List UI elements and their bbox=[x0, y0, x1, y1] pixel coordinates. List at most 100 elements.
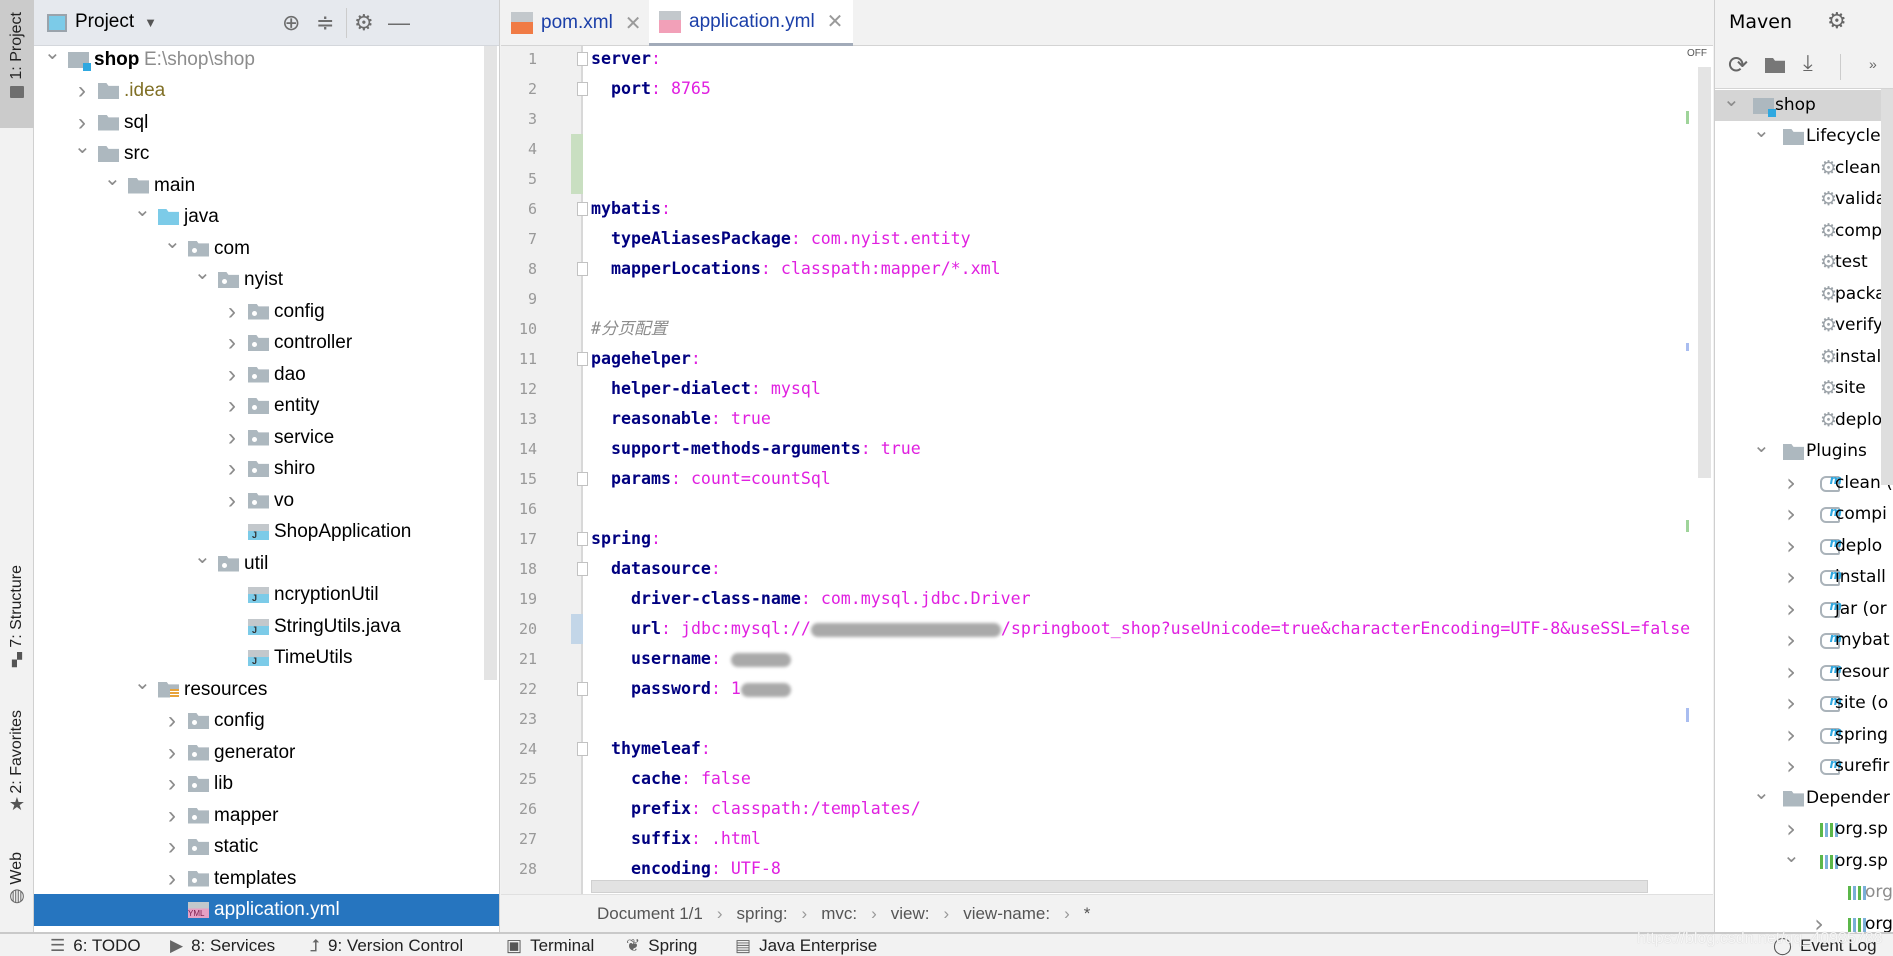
minimize-icon[interactable]: — bbox=[388, 11, 410, 35]
chevron-right-icon[interactable]: › bbox=[1783, 625, 1799, 657]
chevron-right-icon[interactable]: › bbox=[164, 768, 180, 800]
tree-item[interactable]: › .idea bbox=[34, 75, 499, 107]
tree-item[interactable]: › templates bbox=[34, 863, 499, 895]
chevron-down-icon[interactable]: ⌄ bbox=[1753, 777, 1770, 809]
tool-button-version-control[interactable]: ⮥ 9: Version Control bbox=[310, 936, 463, 956]
fold-marker-icon[interactable] bbox=[577, 742, 588, 756]
chevron-right-icon[interactable]: › bbox=[1783, 468, 1799, 500]
maven-tree-item[interactable]: ⚙ install bbox=[1715, 342, 1893, 374]
maven-tree-item[interactable]: ⌄ Depender bbox=[1715, 780, 1893, 815]
chevron-down-icon[interactable]: ⌄ bbox=[1753, 115, 1770, 147]
fold-marker-icon[interactable] bbox=[577, 562, 588, 576]
maven-tree-item[interactable]: ⚙ verify bbox=[1715, 310, 1893, 342]
tree-item[interactable]: StringUtils.java bbox=[34, 611, 499, 643]
chevron-right-icon[interactable]: › bbox=[224, 453, 240, 485]
maven-tree-item[interactable]: › spring bbox=[1715, 717, 1893, 752]
project-tree-scrollbar[interactable] bbox=[484, 46, 497, 680]
tree-item[interactable]: › generator bbox=[34, 737, 499, 769]
editor-vertical-scrollbar[interactable] bbox=[1698, 67, 1711, 478]
chevron-right-icon[interactable]: › bbox=[1783, 720, 1799, 752]
chevron-right-icon[interactable]: › bbox=[1783, 562, 1799, 594]
chevron-right-icon[interactable]: › bbox=[224, 422, 240, 454]
tree-item[interactable]: › vo bbox=[34, 485, 499, 517]
tree-item[interactable]: ⌄ shop E:\shop\shop bbox=[34, 42, 499, 76]
close-icon[interactable]: ✕ bbox=[827, 9, 844, 34]
chevron-down-icon[interactable]: ⌄ bbox=[134, 668, 151, 700]
chevron-right-icon[interactable]: › bbox=[224, 327, 240, 359]
chevron-right-icon[interactable]: › bbox=[164, 800, 180, 832]
tree-item[interactable]: ncryptionUtil bbox=[34, 579, 499, 611]
locate-icon[interactable]: ⊕ bbox=[282, 11, 300, 35]
chevron-down-icon[interactable]: ⌄ bbox=[44, 38, 61, 70]
maven-tree-item[interactable]: › site (o bbox=[1715, 686, 1893, 720]
tool-tab-favorites[interactable]: 2: Favorites ★ bbox=[0, 710, 34, 815]
close-icon[interactable]: ✕ bbox=[625, 11, 642, 36]
fold-marker-icon[interactable] bbox=[577, 52, 588, 66]
tree-item[interactable]: ⌄ java bbox=[34, 199, 499, 233]
maven-tree-item[interactable]: ⚙ packa bbox=[1715, 279, 1893, 311]
tree-item[interactable]: › lib bbox=[34, 768, 499, 800]
chevron-right-icon[interactable]: › bbox=[1811, 909, 1827, 933]
tool-button-java-enterprise[interactable]: ▤ Java Enterprise bbox=[735, 936, 877, 956]
gear-icon[interactable]: ⚙ bbox=[354, 11, 374, 35]
chevron-right-icon[interactable]: › bbox=[164, 705, 180, 737]
chevron-down-icon[interactable]: ⌄ bbox=[1753, 430, 1770, 462]
chevron-down-icon[interactable]: ⌄ bbox=[104, 164, 121, 196]
gear-icon[interactable]: ⚙ bbox=[1827, 8, 1847, 34]
breadcrumb-item[interactable]: Document 1/1 bbox=[597, 904, 703, 924]
tree-item[interactable]: › config bbox=[34, 705, 499, 737]
fold-marker-icon[interactable] bbox=[577, 532, 588, 546]
editor-horizontal-scrollbar[interactable] bbox=[591, 880, 1648, 893]
chevron-right-icon[interactable]: › bbox=[224, 359, 240, 391]
chevron-right-icon[interactable]: › bbox=[1783, 594, 1799, 626]
fold-marker-icon[interactable] bbox=[577, 202, 588, 216]
maven-tree-item[interactable]: ⚙ deplo bbox=[1715, 405, 1893, 437]
tree-item[interactable]: ⌄ com bbox=[34, 231, 499, 265]
maven-tree-item[interactable]: ⌄ org.sp bbox=[1715, 843, 1893, 878]
chevron-right-icon[interactable]: › bbox=[1783, 499, 1799, 531]
maven-tree-item[interactable]: › jar (or bbox=[1715, 591, 1893, 626]
chevron-down-icon[interactable]: ⌄ bbox=[194, 258, 211, 290]
tree-item[interactable]: › static bbox=[34, 831, 499, 863]
fold-marker-icon[interactable] bbox=[577, 262, 588, 276]
maven-tree-item[interactable]: ⌄ Lifecycle bbox=[1715, 118, 1893, 153]
inspection-status[interactable]: OFF bbox=[1687, 48, 1707, 59]
tree-item[interactable]: application.yml bbox=[34, 894, 499, 926]
maven-tree-item[interactable]: ⚙ compi bbox=[1715, 216, 1893, 248]
fold-marker-icon[interactable] bbox=[577, 472, 588, 486]
maven-tree-item[interactable]: ⚙ test bbox=[1715, 247, 1893, 279]
maven-tree-item[interactable]: ⌄ shop bbox=[1715, 87, 1893, 121]
chevron-down-icon[interactable]: ⌄ bbox=[74, 132, 91, 164]
maven-tree-item[interactable]: ›clean ( bbox=[1715, 465, 1893, 500]
maven-scrollbar[interactable] bbox=[1881, 89, 1893, 485]
chevron-right-icon[interactable]: › bbox=[1783, 657, 1799, 689]
maven-tree-item[interactable]: › deplo bbox=[1715, 528, 1893, 563]
maven-tree-item[interactable]: › org bbox=[1715, 909, 1893, 933]
tree-item[interactable]: › controller bbox=[34, 327, 499, 359]
tool-tab-web[interactable]: Web ◍ bbox=[0, 852, 34, 906]
chevron-down-icon[interactable]: ⌄ bbox=[1723, 84, 1740, 116]
chevron-right-icon[interactable]: › bbox=[224, 485, 240, 517]
maven-tree-item[interactable]: org bbox=[1715, 877, 1893, 909]
chevron-right-icon[interactable]: › bbox=[1783, 688, 1799, 720]
download-icon[interactable]: ⤓ bbox=[1803, 50, 1813, 76]
tree-item[interactable]: ShopApplication bbox=[34, 516, 499, 548]
refresh-icon[interactable]: ⟳ bbox=[1728, 51, 1748, 80]
tree-item[interactable]: › sql bbox=[34, 107, 499, 139]
breadcrumb-item[interactable]: view-name: bbox=[963, 904, 1050, 924]
chevron-right-icon[interactable]: › bbox=[1783, 531, 1799, 563]
tool-button-spring[interactable]: ❦ Spring bbox=[626, 936, 697, 956]
tree-item[interactable]: › dao bbox=[34, 359, 499, 391]
project-view-selector[interactable]: Project ▼ bbox=[75, 11, 157, 33]
maven-tree-item[interactable]: › install bbox=[1715, 560, 1893, 594]
maven-tree-item[interactable]: › surefir bbox=[1715, 749, 1893, 783]
maven-tree-item[interactable]: ⚙ clean bbox=[1715, 153, 1893, 185]
tree-item[interactable]: TimeUtils bbox=[34, 642, 499, 674]
fold-marker-icon[interactable] bbox=[577, 682, 588, 696]
chevron-right-icon[interactable]: › bbox=[164, 737, 180, 769]
maven-tree-item[interactable]: ⌄ Plugins bbox=[1715, 433, 1893, 468]
tree-item[interactable]: ⌄ util bbox=[34, 546, 499, 580]
collapse-all-icon[interactable]: ≑ bbox=[316, 11, 334, 35]
tool-tab-structure[interactable]: 7: Structure ▞ bbox=[0, 565, 34, 668]
tree-item[interactable]: ⌄ resources bbox=[34, 672, 499, 706]
